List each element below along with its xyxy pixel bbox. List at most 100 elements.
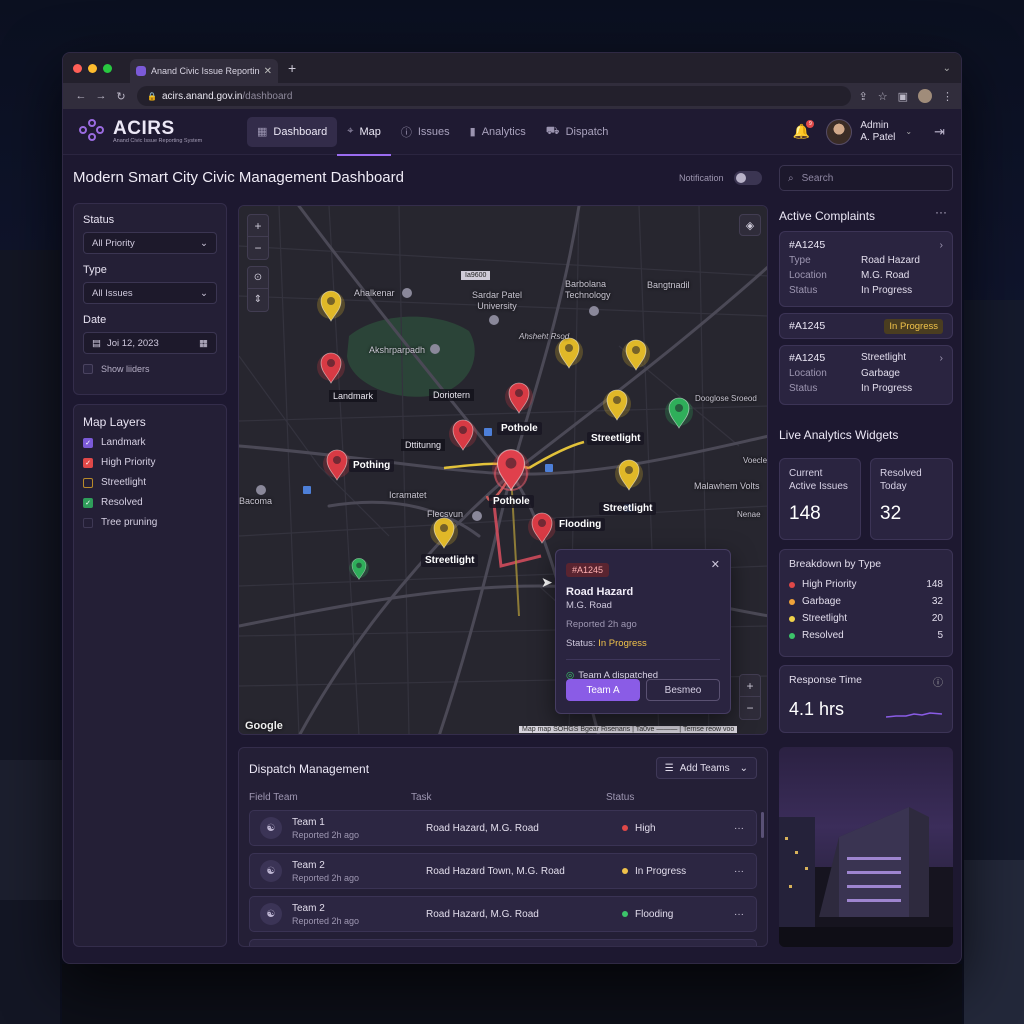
- checkbox[interactable]: [83, 364, 93, 374]
- nav-analytics[interactable]: ▮ Analytics: [460, 109, 536, 155]
- logout-icon[interactable]: ⇥: [934, 124, 945, 140]
- url-host: acirs.anand.gov.in: [161, 90, 243, 102]
- close-popup-icon[interactable]: ✕: [711, 558, 720, 571]
- row-more-options-icon[interactable]: ···: [734, 909, 744, 920]
- map-place-label: Ahalkenar: [354, 288, 395, 298]
- checkbox[interactable]: ✓: [83, 457, 93, 468]
- back-arrow-icon[interactable]: ←: [71, 90, 91, 102]
- row-more-options-icon[interactable]: ···: [734, 866, 744, 877]
- map-pin-icon: ⌖: [347, 125, 354, 137]
- scrollbar[interactable]: [761, 812, 764, 838]
- user-avatar[interactable]: [826, 118, 853, 145]
- close-window-button[interactable]: [73, 63, 82, 73]
- zoom-in-button[interactable]: +: [248, 215, 268, 237]
- layer-toggle[interactable]: Tree pruning: [83, 517, 217, 528]
- complaint-card[interactable]: #A1245 Streetlight › Location Garbage Statu…: [779, 345, 953, 405]
- dispatch-row[interactable]: ☯ Team 2 Reported 2h ago Road Hazard, M.G. …: [249, 896, 757, 932]
- team-icon: ☯: [260, 817, 282, 839]
- map-place-label: Dttitunng: [401, 439, 446, 451]
- checkbox[interactable]: [83, 477, 93, 488]
- current-active-value: 148: [789, 503, 821, 524]
- column-header: Status: [606, 792, 635, 803]
- zoom-in-button[interactable]: +: [740, 675, 760, 697]
- map-place-label: Landmark: [329, 390, 378, 402]
- calendar-picker-icon[interactable]: ▦: [199, 338, 208, 349]
- chevron-down-icon[interactable]: ⌄: [905, 127, 912, 136]
- checkbox[interactable]: ✓: [83, 497, 93, 508]
- complaint-status: In Progress: [861, 285, 913, 296]
- show-hidden-checkbox[interactable]: Show liiders: [83, 364, 217, 374]
- info-icon[interactable]: ⓘ: [933, 674, 943, 689]
- notification-toggle[interactable]: [733, 171, 762, 185]
- compass-icon[interactable]: ⇕: [248, 289, 268, 311]
- complaint-card[interactable]: #A1245 In Progress: [779, 313, 953, 339]
- more-options-icon[interactable]: ···: [935, 205, 947, 219]
- bookmark-star-icon[interactable]: ☆: [878, 90, 888, 103]
- close-tab-icon[interactable]: ✕: [264, 66, 272, 77]
- resolved-today-card[interactable]: Resolved Today 32: [870, 458, 953, 540]
- pin-label[interactable]: Streetlight: [599, 502, 657, 515]
- notifications-bell-icon[interactable]: 🔔 9: [793, 120, 815, 140]
- locate-icon[interactable]: ⊙: [248, 267, 268, 289]
- nav-map[interactable]: ⌖ Map: [337, 109, 391, 156]
- tab-favicon-icon: [136, 66, 146, 76]
- checkbox[interactable]: ✓: [83, 437, 93, 448]
- browser-tab[interactable]: Anand Civic Issue Reporting S ✕: [130, 59, 278, 83]
- popup-status-label: Status:: [566, 638, 596, 649]
- checkbox[interactable]: [83, 517, 93, 528]
- pin-label[interactable]: Pothing: [349, 459, 395, 472]
- sidebar-toggle-icon[interactable]: ▣: [898, 90, 908, 103]
- type-select[interactable]: All Issues ⌄: [83, 282, 217, 304]
- layer-toggle[interactable]: Streetlight: [83, 477, 217, 488]
- popup-title: Road Hazard: [566, 586, 634, 598]
- reload-icon[interactable]: ↻: [111, 90, 131, 103]
- zoom-out-button[interactable]: −: [248, 237, 268, 259]
- layer-toggle[interactable]: ✓ Resolved: [83, 497, 217, 508]
- dispatch-row[interactable]: ☯Team 4···: [249, 939, 757, 946]
- breakdown-value: 148: [926, 579, 943, 590]
- team-name: Team 2: [292, 859, 325, 871]
- date-picker[interactable]: ▤ Joi 12, 2023 ▦: [83, 332, 217, 354]
- status-select[interactable]: All Priority ⌄: [83, 232, 217, 254]
- breakdown-card: Breakdown by Type High Priority 148 Garbag…: [779, 549, 953, 657]
- pin-label[interactable]: Flooding: [555, 518, 606, 531]
- nav-issues[interactable]: ⓘ Issues: [391, 109, 460, 155]
- nav-dispatch[interactable]: ⛟ Dispatch: [536, 109, 619, 155]
- share-icon[interactable]: ⇪: [859, 90, 868, 103]
- zoom-out-button[interactable]: −: [740, 697, 760, 719]
- nav-dashboard[interactable]: ▦ Dashboard: [247, 116, 338, 147]
- pin-label[interactable]: Streetlight: [587, 432, 645, 445]
- pin-label[interactable]: Pothole: [497, 422, 542, 435]
- maximize-window-button[interactable]: [103, 63, 112, 73]
- city-map[interactable]: + − ⊙ ⇕ ◈ + − Ahalkenar Sardar Patel Uni…: [238, 205, 768, 735]
- status-badge: In Progress: [884, 318, 943, 334]
- response-time-card[interactable]: Response Time ⓘ 4.1 hrs: [779, 665, 953, 733]
- layer-toggle[interactable]: ✓ Landmark: [83, 437, 217, 448]
- row-more-options-icon[interactable]: ···: [734, 823, 744, 834]
- complaint-card[interactable]: #A1245 › Type Road Hazard Location M.G. Roa…: [779, 231, 953, 307]
- search-input[interactable]: ⌕ Search: [779, 165, 953, 191]
- assign-team-button[interactable]: Team A: [566, 679, 640, 701]
- user-menu[interactable]: Admin A. Patel: [860, 120, 895, 144]
- dispatch-row[interactable]: ☯ Team 1 Reported 2h ago Road Hazard, M.G. …: [249, 810, 757, 846]
- tab-list-chevron-icon[interactable]: ⌄: [943, 63, 951, 74]
- status-filter-label: Status: [83, 214, 115, 226]
- url-field[interactable]: 🔒 acirs.anand.gov.in/dashboard: [137, 86, 851, 106]
- dispatch-row[interactable]: ☯ Team 2 Reported 2h ago Road Hazard Town, …: [249, 853, 757, 889]
- pin-label[interactable]: Streetlight: [421, 554, 479, 567]
- minimize-window-button[interactable]: [88, 63, 97, 73]
- pin-label[interactable]: Pothole: [489, 495, 534, 508]
- current-active-issues-card[interactable]: Current Active Issues 148: [779, 458, 861, 540]
- new-tab-icon[interactable]: +: [288, 60, 296, 76]
- layers-toggle-icon[interactable]: ◈: [739, 214, 761, 236]
- browser-menu-icon[interactable]: ⋮: [942, 90, 953, 103]
- layer-toggle[interactable]: ✓ High Priority: [83, 457, 217, 468]
- forward-arrow-icon[interactable]: →: [91, 90, 111, 102]
- breakdown-label: Resolved: [802, 630, 844, 641]
- app-logo[interactable]: ACIRS Anand Civic Issue Reporting System: [79, 118, 239, 145]
- add-teams-button[interactable]: ☰ Add Teams ⌄: [655, 757, 757, 779]
- status-label: Status: [789, 285, 818, 296]
- breakdown-row: Garbage 32: [789, 593, 943, 610]
- profile-avatar-icon[interactable]: [918, 89, 932, 103]
- secondary-action-button[interactable]: Besmeo: [646, 679, 720, 701]
